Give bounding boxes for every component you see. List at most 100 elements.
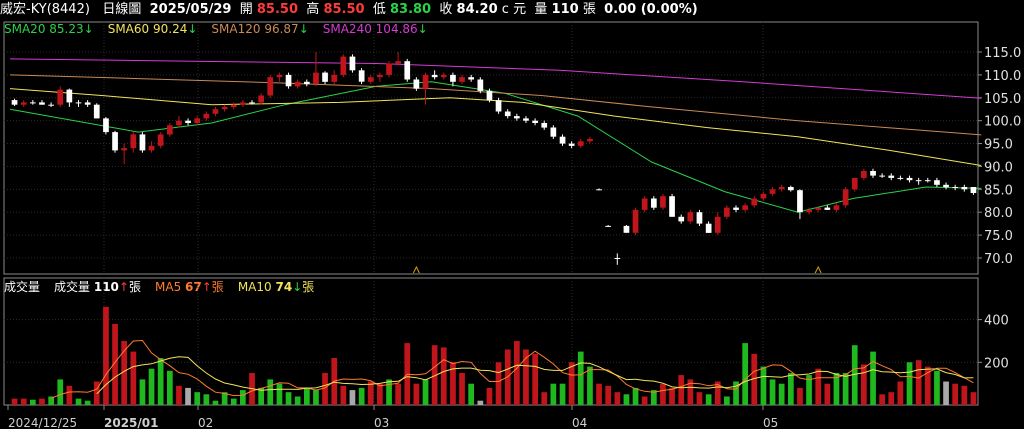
- candle-body: [568, 143, 575, 146]
- candle-body: [377, 74, 383, 78]
- candle-body: [760, 193, 767, 199]
- volume-bar: [861, 364, 867, 405]
- volume-bar: [724, 396, 730, 405]
- x-tick-label: 2025/01: [104, 416, 158, 429]
- candle-body: [112, 132, 118, 151]
- volume-bar: [788, 373, 794, 405]
- candle-body: [742, 205, 748, 210]
- x-tick-label: 05: [763, 416, 778, 429]
- volume-bar: [267, 379, 274, 405]
- volume-bar: [304, 387, 310, 405]
- volume-bar: [20, 398, 27, 405]
- volume-bar: [39, 398, 45, 405]
- y-tick-label: 80.0: [984, 206, 1013, 221]
- candle-body: [121, 148, 127, 151]
- volume-bar: [422, 379, 429, 405]
- candle-body: [395, 61, 401, 64]
- volume-bar: [30, 399, 36, 405]
- candle-body: [952, 187, 958, 188]
- candle-body: [559, 136, 566, 144]
- volume-bar: [66, 385, 73, 405]
- candle-body: [48, 104, 54, 106]
- volume-bar: [906, 362, 913, 405]
- candle-body: [806, 209, 812, 213]
- candle-body: [815, 207, 822, 210]
- x-tick-label: 02: [198, 416, 213, 429]
- volume-bar: [340, 385, 347, 405]
- volume-bar: [568, 362, 575, 405]
- candle-body: [276, 74, 283, 78]
- candle-body: [203, 113, 210, 119]
- volume-bar: [842, 373, 849, 405]
- candle-body: [230, 104, 237, 107]
- volume-bar: [870, 351, 876, 405]
- candle-body: [724, 207, 730, 217]
- candle-body: [897, 177, 904, 179]
- volume-bar: [395, 383, 401, 405]
- candle-body: [669, 196, 675, 217]
- volume-bar: [103, 306, 109, 405]
- y-tick-label: 70.0: [984, 252, 1013, 267]
- candle-body: [386, 63, 392, 75]
- ma-line-sma120: [9, 74, 982, 136]
- candle-body: [477, 79, 484, 91]
- candle-body: [185, 120, 191, 123]
- candle-body: [358, 70, 365, 82]
- y-tick-label: 85.0: [984, 183, 1013, 198]
- candle-body: [349, 56, 356, 71]
- candle-body: [934, 180, 940, 185]
- candle-body: [614, 258, 621, 259]
- volume-bar: [705, 394, 712, 405]
- volume-bar: [888, 392, 895, 405]
- volume-bar: [185, 387, 191, 405]
- candle-body: [833, 205, 840, 210]
- volume-bar: [367, 381, 374, 405]
- volume-bar: [678, 375, 685, 405]
- volume-bar: [614, 392, 621, 405]
- candle-body: [550, 127, 557, 137]
- volume-bar: [75, 398, 82, 405]
- candle-body: [139, 134, 146, 151]
- candle-body: [39, 102, 45, 105]
- candle-body: [367, 77, 374, 82]
- candle-body: [495, 100, 502, 112]
- volume-bar: [322, 373, 328, 405]
- candle-body: [340, 56, 347, 75]
- volume-bar: [897, 381, 904, 405]
- volume-bar: [632, 387, 639, 405]
- volume-bar: [57, 379, 64, 405]
- candle-body: [331, 74, 338, 82]
- candle-body: [641, 198, 648, 210]
- volume-bar: [970, 392, 977, 405]
- volume-bar: [961, 385, 968, 405]
- volume-bar: [550, 383, 557, 405]
- volume-bar: [815, 368, 822, 405]
- candle-body: [532, 120, 538, 123]
- volume-bar: [696, 392, 703, 405]
- volume-bar: [587, 366, 593, 405]
- volume-bar: [797, 387, 803, 405]
- volume-bar: [230, 398, 237, 405]
- candle-body: [888, 175, 895, 178]
- volume-bar: [386, 379, 392, 405]
- candle-body: [824, 207, 831, 210]
- candle-body: [778, 187, 785, 190]
- ma-line-sma60: [9, 88, 982, 166]
- volume-bar: [176, 385, 182, 405]
- candle-body: [751, 198, 758, 206]
- candle-body: [879, 175, 885, 177]
- volume-bar: [486, 387, 493, 405]
- candle-body: [267, 77, 274, 96]
- volume-bar: [824, 383, 831, 405]
- volume-bar: [212, 400, 219, 405]
- candle-body: [57, 89, 64, 105]
- volume-bar: [413, 383, 420, 405]
- volume-bar: [769, 379, 776, 405]
- candle-body: [103, 118, 109, 133]
- candle-body: [861, 171, 867, 178]
- candle-body: [514, 116, 520, 119]
- volume-bar: [623, 394, 630, 405]
- candle-body: [797, 190, 803, 213]
- candle-body: [632, 209, 639, 233]
- candle-body: [30, 102, 36, 104]
